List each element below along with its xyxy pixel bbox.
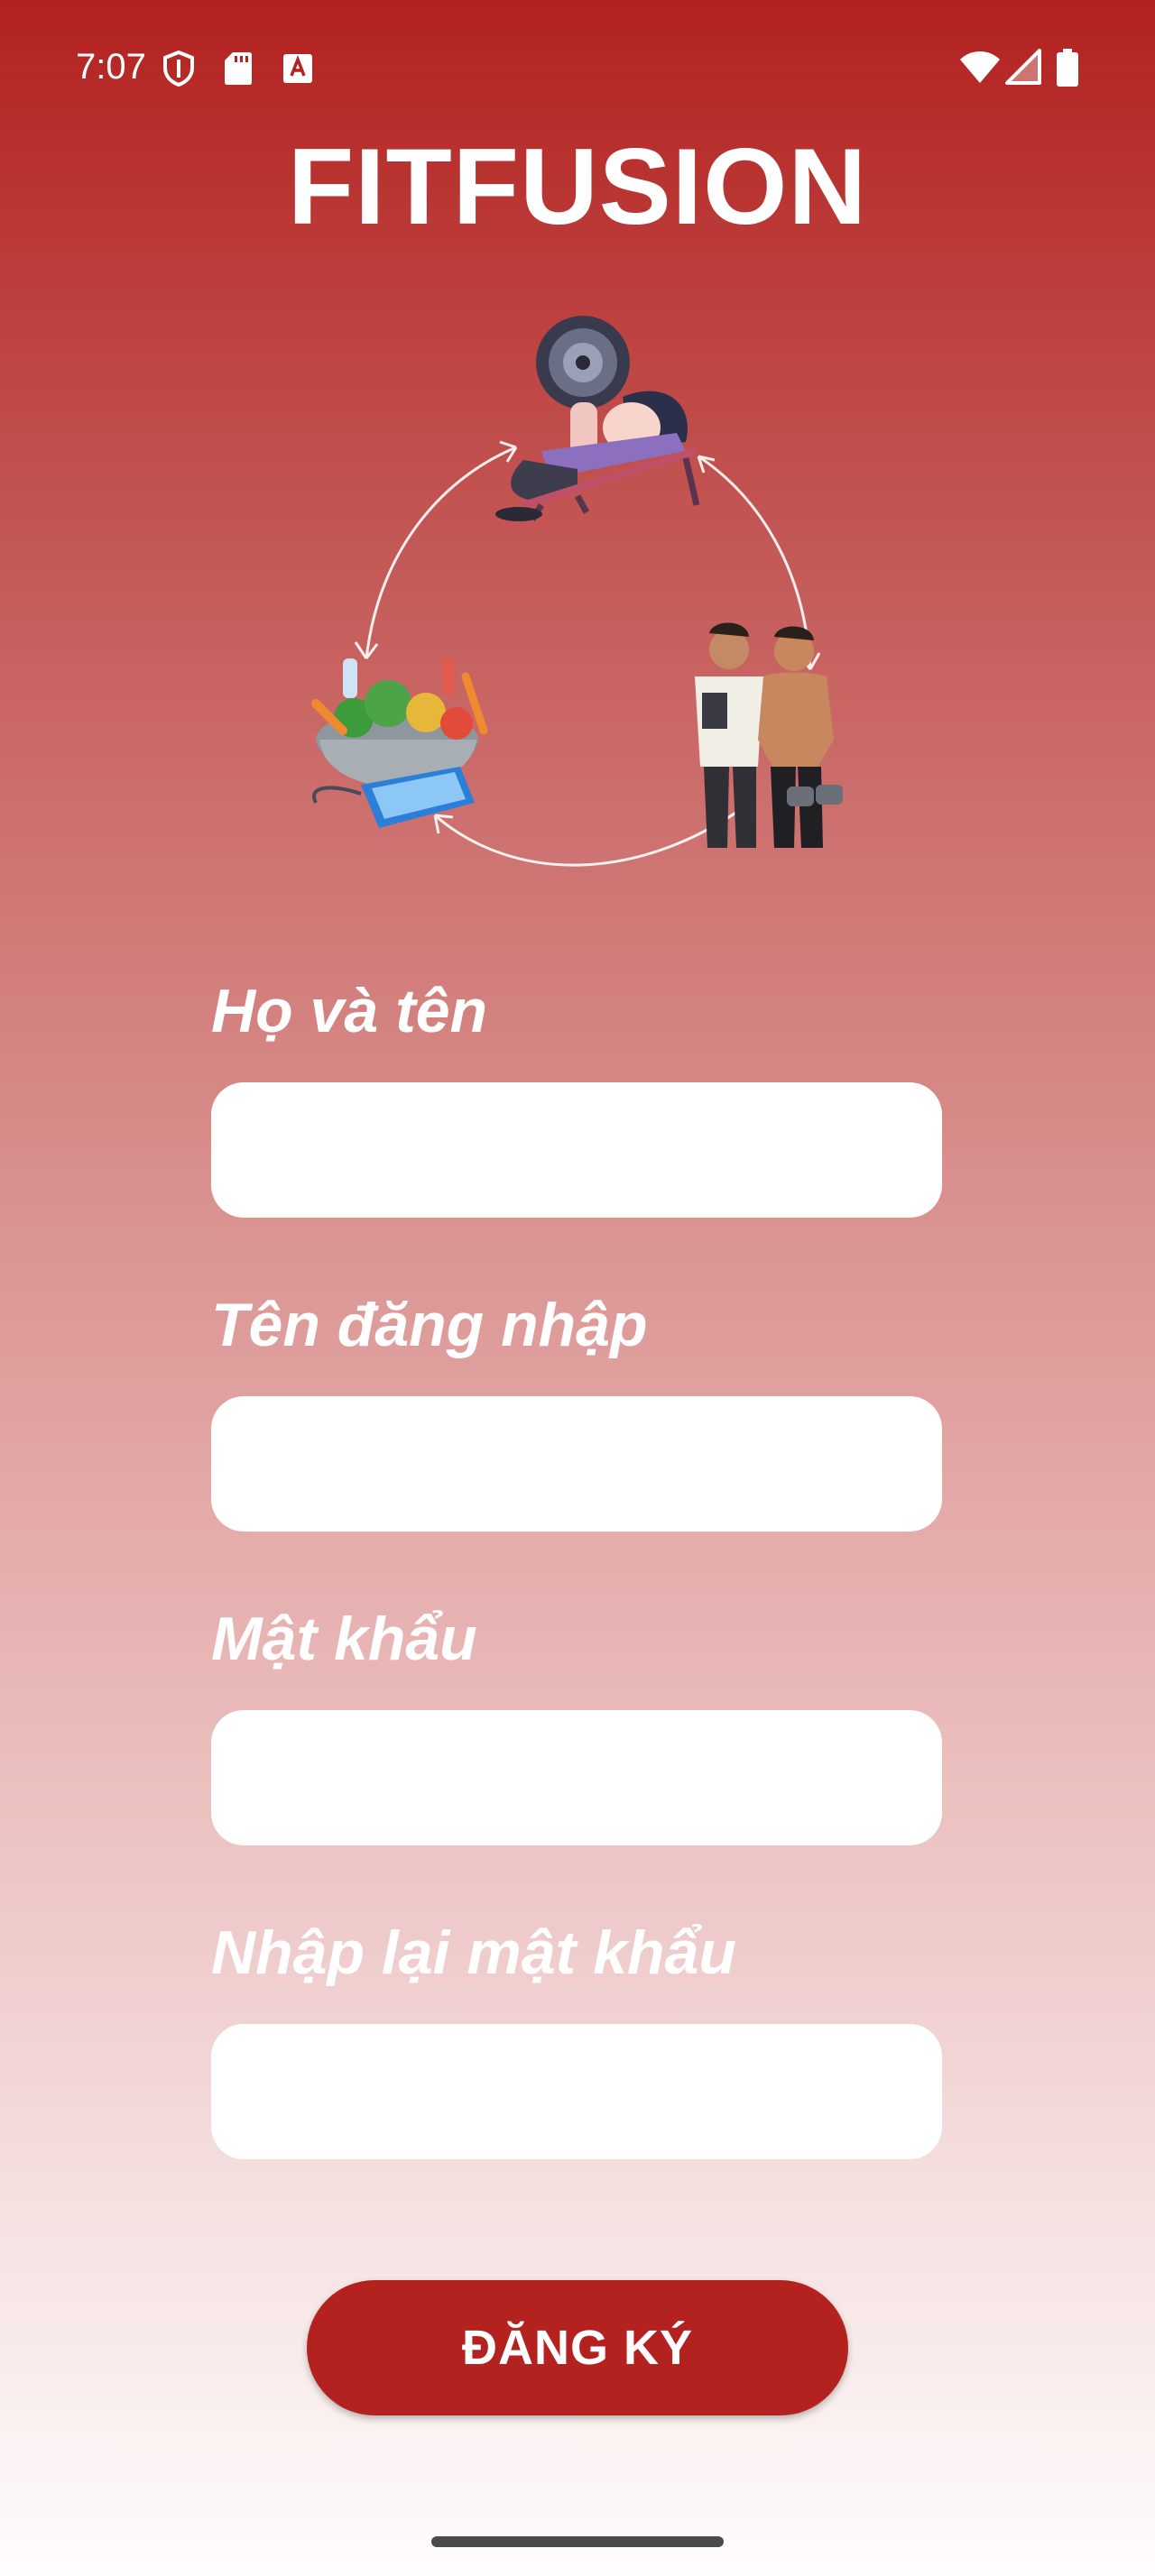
status-bar: 7:07 [0, 0, 1155, 135]
signal-icon [1005, 49, 1041, 89]
full-name-label: Họ và tên [211, 977, 488, 1045]
healthy-food-bowl-icon [311, 658, 488, 828]
keyboard-a-icon [282, 51, 314, 91]
battery-icon [1056, 49, 1079, 91]
app-title: FITFUSION [287, 126, 868, 247]
fitness-cycle-illustration [307, 316, 848, 884]
confirm-password-input[interactable] [211, 2024, 942, 2159]
home-indicator[interactable] [431, 2536, 724, 2547]
status-time: 7:07 [76, 47, 146, 87]
wifi-icon [958, 49, 1002, 89]
username-input[interactable] [211, 1396, 942, 1532]
trainer-and-athlete-icon [695, 622, 843, 848]
register-button[interactable]: ĐĂNG KÝ [307, 2280, 848, 2415]
password-label: Mật khẩu [211, 1605, 477, 1673]
weightlifter-icon [495, 316, 700, 521]
sd-card-icon [224, 51, 253, 91]
shield-icon [162, 50, 195, 91]
password-input[interactable] [211, 1710, 942, 1845]
full-name-input[interactable] [211, 1082, 942, 1218]
username-label: Tên đăng nhập [211, 1291, 648, 1359]
confirm-password-label: Nhập lại mật khẩu [211, 1918, 736, 1987]
